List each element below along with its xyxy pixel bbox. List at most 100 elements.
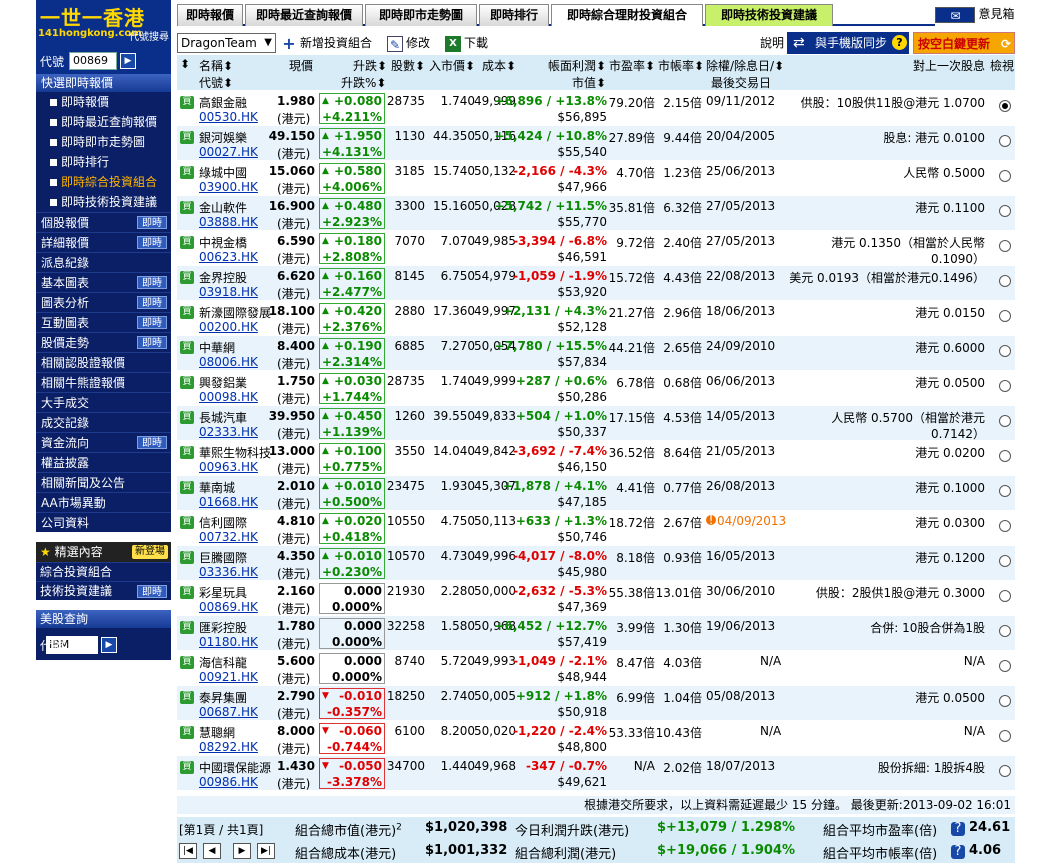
view-radio[interactable]: [999, 380, 1011, 392]
stock-name[interactable]: 銀河娛樂: [199, 129, 247, 146]
buy-button[interactable]: 買: [180, 236, 194, 249]
buy-button[interactable]: 買: [180, 621, 194, 634]
header-book-pl[interactable]: 帳面利潤⬍: [548, 57, 606, 74]
stock-nav-item[interactable]: 大手成交: [36, 392, 171, 412]
tab-recent-quotes[interactable]: 即時最近查詢報價: [245, 4, 363, 26]
last-page-button[interactable]: ▶|: [257, 843, 275, 859]
portfolio-select[interactable]: DragonTeam ▼: [177, 33, 276, 53]
buy-button[interactable]: 買: [180, 341, 194, 354]
stock-code-link[interactable]: 00869.HK: [199, 600, 258, 614]
stock-nav-item[interactable]: 基本圖表 即時: [36, 272, 171, 292]
view-radio[interactable]: [999, 625, 1011, 637]
buy-button[interactable]: 買: [180, 481, 194, 494]
buy-button[interactable]: 買: [180, 411, 194, 424]
stock-name[interactable]: 金山軟件: [199, 199, 247, 216]
buy-button[interactable]: 買: [180, 166, 194, 179]
tab-realtime-quote[interactable]: 即時報價: [177, 4, 243, 26]
featured-item[interactable]: 技術投資建議 即時: [36, 581, 171, 600]
edit-button[interactable]: ✎ 修改: [387, 33, 430, 53]
refresh-button[interactable]: 按空白鍵更新 ⟳: [913, 32, 1015, 54]
header-cost[interactable]: 成本⬍: [482, 57, 516, 74]
stock-name[interactable]: 中華網: [199, 339, 235, 356]
stock-code-link[interactable]: 03900.HK: [199, 180, 258, 194]
quick-menu-item[interactable]: 即時綜合投資組合: [36, 172, 171, 192]
stock-nav-item[interactable]: 互動圖表 即時: [36, 312, 171, 332]
stock-nav-item[interactable]: 權益披露: [36, 452, 171, 472]
buy-button[interactable]: 買: [180, 271, 194, 284]
tab-ranking[interactable]: 即時排行: [479, 4, 549, 26]
stock-nav-item[interactable]: 資金流向 即時: [36, 432, 171, 452]
stock-code-link[interactable]: 00623.HK: [199, 250, 258, 264]
stock-code-link[interactable]: 00986.HK: [199, 775, 258, 789]
stock-code-link[interactable]: 00200.HK: [199, 320, 258, 334]
buy-button[interactable]: 買: [180, 761, 194, 774]
stock-name[interactable]: 華南城: [199, 479, 235, 496]
stock-nav-item[interactable]: 詳細報價 即時: [36, 232, 171, 252]
stock-code-link[interactable]: 00687.HK: [199, 705, 258, 719]
stock-name[interactable]: 巨騰國際: [199, 549, 247, 566]
view-radio[interactable]: [999, 485, 1011, 497]
download-button[interactable]: X 下載: [445, 33, 488, 53]
quick-menu-item[interactable]: 即時報價: [36, 92, 171, 112]
stock-code-link[interactable]: 08006.HK: [199, 355, 258, 369]
stock-code-link[interactable]: 08292.HK: [199, 740, 258, 754]
quick-menu-item[interactable]: 即時技術投資建議: [36, 192, 171, 212]
tab-technical-advice[interactable]: 即時技術投資建議: [705, 4, 833, 26]
view-radio[interactable]: [999, 415, 1011, 427]
add-portfolio-button[interactable]: + 新增投資組合: [281, 33, 372, 53]
stock-nav-item[interactable]: 個股報價 即時: [36, 212, 171, 232]
stock-name[interactable]: 興發鋁業: [199, 374, 247, 391]
stock-code-link[interactable]: 00098.HK: [199, 390, 258, 404]
buy-button[interactable]: 買: [180, 551, 194, 564]
stock-nav-item[interactable]: 相關認股證報價: [36, 352, 171, 372]
header-exdate[interactable]: 除權/除息日/⬍: [706, 57, 784, 74]
help-link[interactable]: 說明: [760, 33, 784, 53]
view-radio[interactable]: [999, 660, 1011, 672]
stock-nav-item[interactable]: AA市場異動: [36, 492, 171, 512]
view-radio[interactable]: [999, 170, 1011, 182]
view-radio[interactable]: [999, 695, 1011, 707]
stock-name[interactable]: 匯彩控股: [199, 619, 247, 636]
feedback-button[interactable]: ✉ 意見箱: [935, 4, 1015, 26]
buy-button[interactable]: 買: [180, 96, 194, 109]
header-code[interactable]: 代號⬍: [199, 74, 233, 91]
code-input[interactable]: 00869: [69, 52, 118, 70]
stock-nav-item[interactable]: 相關牛熊證報價: [36, 372, 171, 392]
stock-code-link[interactable]: 00732.HK: [199, 530, 258, 544]
stock-code-link[interactable]: 00921.HK: [199, 670, 258, 684]
buy-button[interactable]: 買: [180, 376, 194, 389]
header-shares[interactable]: 股數⬍: [391, 57, 425, 74]
header-market-value[interactable]: 市值⬍: [572, 74, 606, 91]
next-page-button[interactable]: ▶: [233, 843, 251, 859]
buy-button[interactable]: 買: [180, 516, 194, 529]
help-icon[interactable]: ?: [892, 35, 907, 50]
stock-nav-item[interactable]: 圖表分析 即時: [36, 292, 171, 312]
stock-name[interactable]: 信利國際: [199, 514, 247, 531]
prev-page-button[interactable]: ◀: [203, 843, 221, 859]
help-icon[interactable]: ?: [951, 845, 965, 859]
view-radio[interactable]: [999, 135, 1011, 147]
quick-menu-item[interactable]: 即時即市走勢圖: [36, 132, 171, 152]
header-buy-price[interactable]: 入市價⬍: [429, 57, 475, 74]
quick-menu-item[interactable]: 即時排行: [36, 152, 171, 172]
stock-code-link[interactable]: 03888.HK: [199, 215, 258, 229]
buy-button[interactable]: 買: [180, 726, 194, 739]
stock-nav-item[interactable]: 股價走勢 即時: [36, 332, 171, 352]
stock-code-link[interactable]: 03336.HK: [199, 565, 258, 579]
stock-nav-item[interactable]: 派息紀錄: [36, 252, 171, 272]
sync-mobile-button[interactable]: ⇄ 與手機版同步 ?: [787, 32, 909, 54]
buy-button[interactable]: 買: [180, 586, 194, 599]
tab-portfolio[interactable]: 即時綜合理財投資組合: [551, 4, 703, 26]
stock-code-link[interactable]: 00027.HK: [199, 145, 258, 159]
view-radio[interactable]: [999, 345, 1011, 357]
buy-button[interactable]: 買: [180, 131, 194, 144]
help-icon[interactable]: ?: [951, 822, 965, 836]
header-change-pct[interactable]: 升跌%⬍: [341, 74, 386, 91]
header-pb[interactable]: 市帳率⬍: [658, 57, 704, 74]
stock-code-link[interactable]: 03918.HK: [199, 285, 258, 299]
stock-code-link[interactable]: 00530.HK: [199, 110, 258, 124]
view-radio[interactable]: [999, 765, 1011, 777]
tab-intraday-chart[interactable]: 即時即市走勢圖: [365, 4, 477, 26]
site-logo[interactable]: 一世一香港 141hongkong.com 代號搜尋: [36, 0, 171, 48]
stock-name[interactable]: 彩星玩具: [199, 584, 247, 601]
